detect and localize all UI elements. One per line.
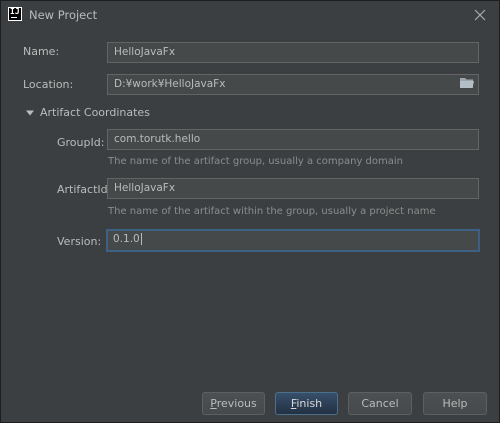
name-input[interactable]: HelloJavaFx xyxy=(107,42,479,63)
version-label: Version: xyxy=(57,235,102,248)
artifact-coordinates-title[interactable]: Artifact Coordinates xyxy=(40,106,150,119)
intellij-idea-icon: IJ xyxy=(8,7,22,21)
title-bar: IJ New Project xyxy=(1,1,499,29)
groupid-hint: The name of the artifact group, usually … xyxy=(108,156,403,167)
artifactid-label: ArtifactId: xyxy=(57,183,112,196)
location-value: D:¥work¥HelloJavaFx xyxy=(114,78,226,90)
finish-button[interactable]: Finish xyxy=(275,392,338,415)
location-label: Location: xyxy=(23,78,74,91)
name-label: Name: xyxy=(23,45,60,58)
version-input[interactable]: 0.1.0 xyxy=(106,229,480,252)
new-project-dialog: IJ New Project Name: HelloJavaFx Locatio… xyxy=(0,0,500,423)
text-caret xyxy=(140,233,142,245)
groupid-label: GroupId: xyxy=(57,136,105,149)
triangle-down-icon[interactable] xyxy=(24,107,36,119)
dialog-title: New Project xyxy=(29,8,98,22)
artifactid-input[interactable]: HelloJavaFx xyxy=(107,178,479,199)
cancel-button[interactable]: Cancel xyxy=(348,392,412,415)
folder-icon[interactable] xyxy=(459,76,475,90)
help-button[interactable]: Help xyxy=(423,392,487,415)
artifactid-hint: The name of the artifact within the grou… xyxy=(108,206,436,217)
close-icon[interactable] xyxy=(470,5,490,25)
finish-label: inish xyxy=(296,397,323,410)
previous-button[interactable]: Previous xyxy=(202,392,265,415)
location-input[interactable]: D:¥work¥HelloJavaFx xyxy=(107,74,479,95)
groupid-input[interactable]: com.torutk.hello xyxy=(107,129,479,150)
previous-label: revious xyxy=(216,397,257,410)
version-value: 0.1.0 xyxy=(113,233,140,245)
